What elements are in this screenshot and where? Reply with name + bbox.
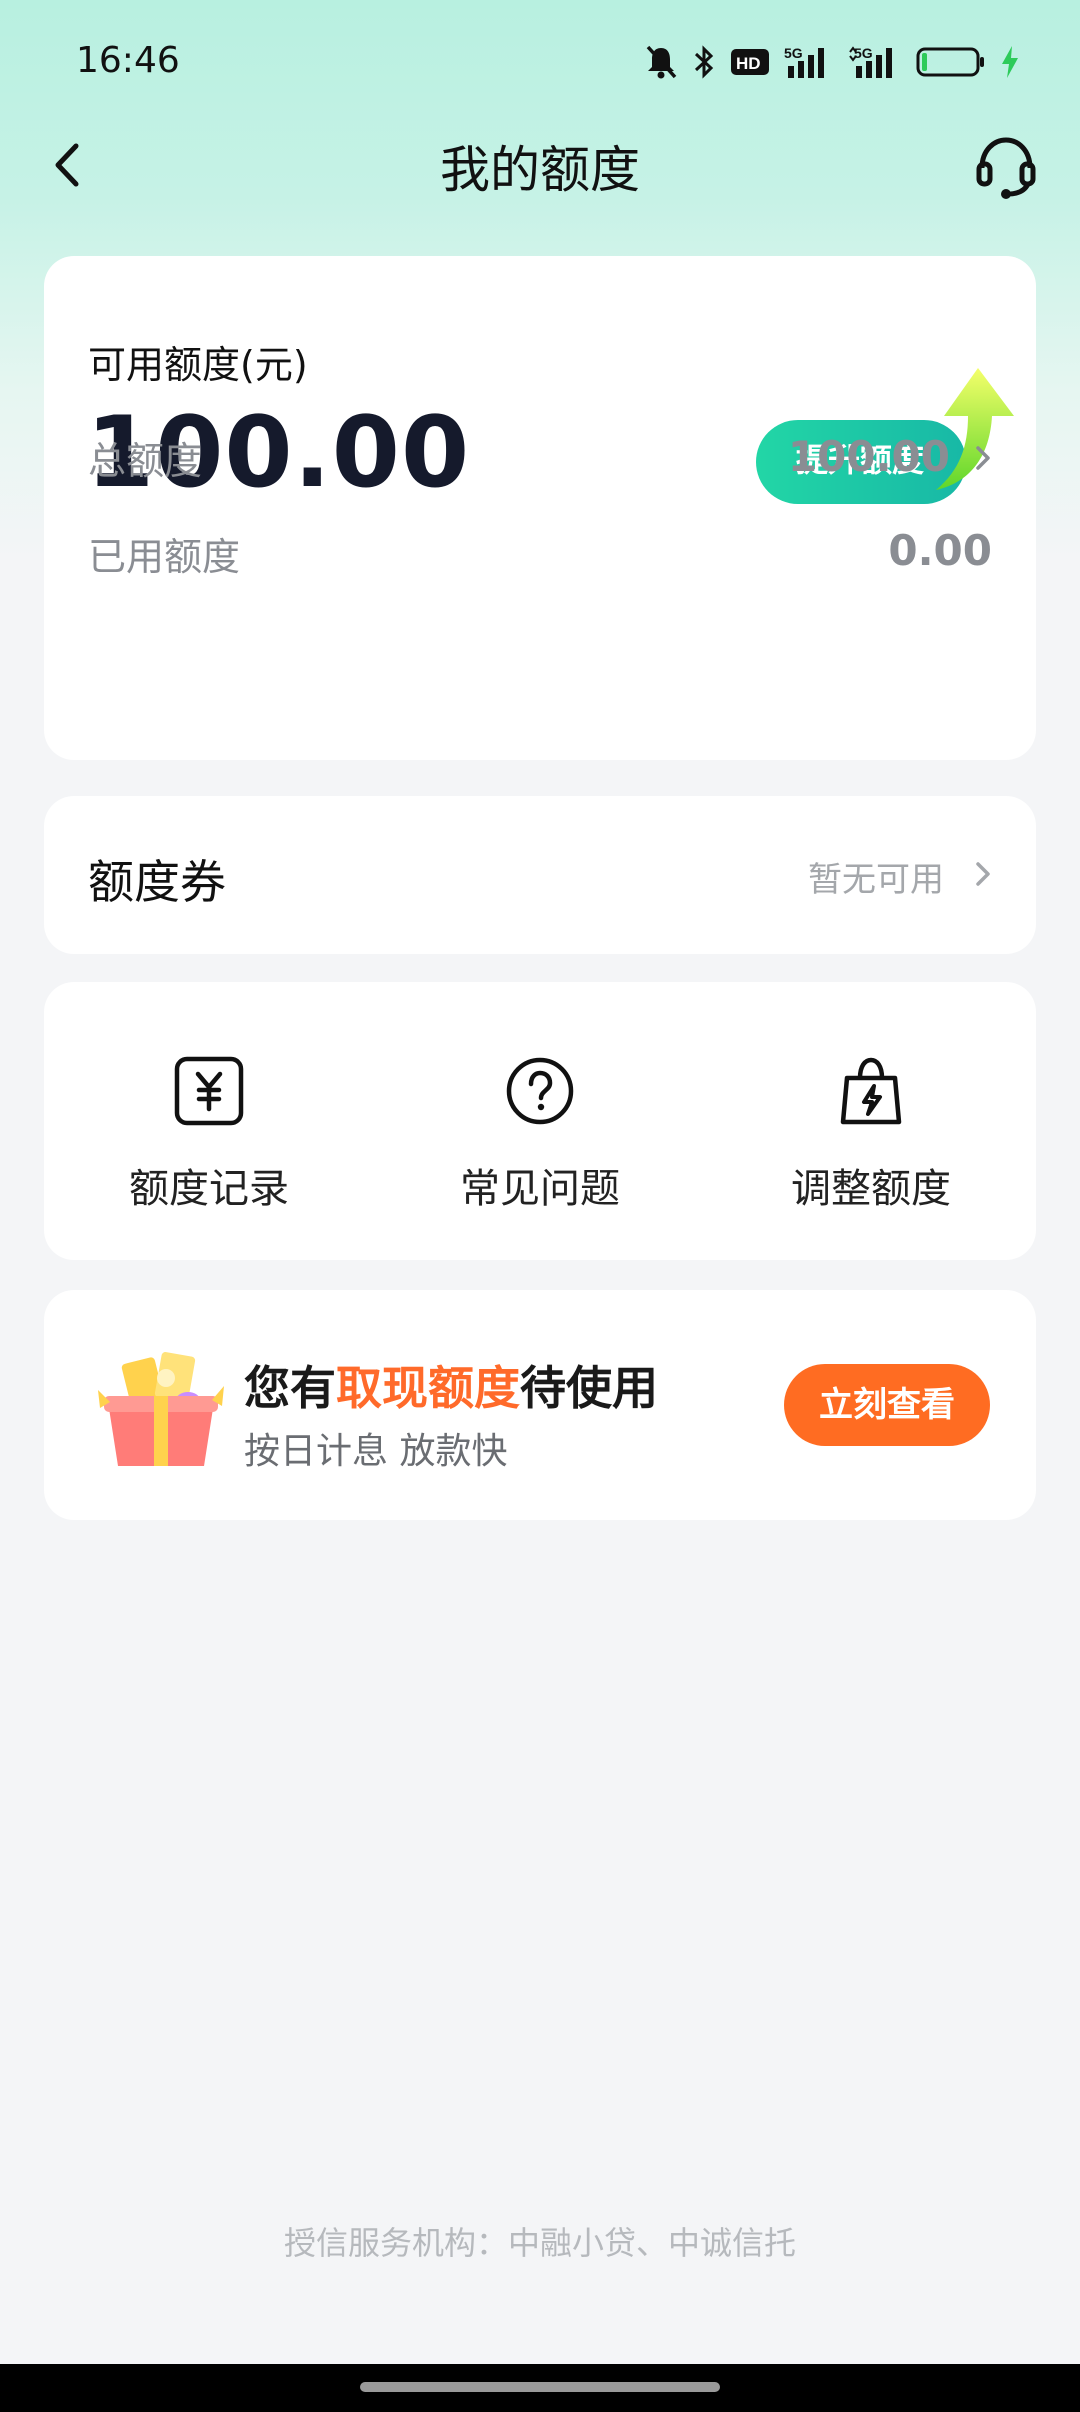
shortcut-adjust-quota[interactable]: 调整额度 [706,982,1036,1260]
signal-5g-data-icon: 5G [849,45,892,78]
battery-icon [916,47,984,77]
shortcut-label: 常见问题 [460,1166,620,1212]
quota-coupon-row[interactable]: 额度券 暂无可用 [44,796,1036,954]
footer-credit-institutions: 授信服务机构：中融小贷、中诚信托 [283,2224,796,2262]
view-now-button[interactable]: 立刻查看 [784,1364,990,1446]
svg-text:HD: HD [736,54,761,73]
shortcut-card: 额度记录 常见问题 调整额度 [44,982,1036,1260]
mute-bell-icon [646,45,677,79]
shortcut-label: 额度记录 [129,1166,289,1212]
quota-card: 可用额度(元) 100.00 提升额度 总额度 100.00 已用额度 0.00 [44,256,1036,760]
hd-icon: HD [731,49,769,75]
total-quota-value[interactable]: 100.00 [788,432,950,481]
status-time: 16:46 [76,40,180,81]
cash-quota-promo[interactable]: 您有取现额度待使用 按日计息 放款快 立刻查看 [44,1290,1036,1520]
available-quota-label: 可用额度(元) [88,343,308,387]
question-icon [506,1057,574,1125]
promo-title-highlight: 取现额度 [336,1361,520,1415]
customer-service-button[interactable] [974,132,1038,200]
chevron-right-icon [976,862,990,886]
bag-lightning-icon [840,1057,902,1125]
nav-bar: 我的额度 [0,120,1080,210]
promo-subtitle: 按日计息 放款快 [244,1431,508,1472]
yuan-icon [174,1056,244,1126]
charging-icon [1002,46,1018,78]
used-quota-value: 0.00 [888,526,992,575]
svg-text:5G: 5G [854,45,873,61]
headset-icon [976,137,1036,199]
shortcut-label: 调整额度 [791,1166,951,1212]
status-icons: HD 5G 5G [644,38,1020,86]
signal-5g-icon: 5G [784,45,824,78]
promo-title: 您有取现额度待使用 [244,1361,658,1415]
gift-box-icon [98,1352,224,1466]
coupon-status: 暂无可用 [808,860,944,900]
bluetooth-icon [694,45,714,79]
chevron-right-icon [976,446,990,470]
page-title: 我的额度 [440,141,640,199]
home-indicator[interactable] [360,2382,720,2392]
shortcut-quota-record[interactable]: 额度记录 [44,982,374,1260]
used-quota-label: 已用额度 [88,535,241,579]
status-bar: 16:46 HD 5G 5G [0,0,1080,125]
svg-text:5G: 5G [784,45,803,61]
coupon-title: 额度券 [88,855,226,909]
shortcut-faq[interactable]: 常见问题 [375,982,705,1260]
total-quota-label: 总额度 [88,439,203,483]
